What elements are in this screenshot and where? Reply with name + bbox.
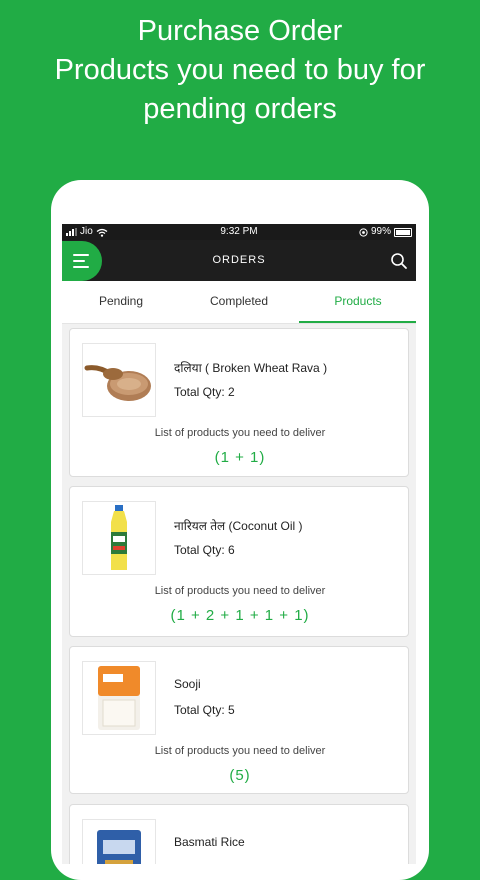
product-total-qty: Total Qty: 2	[174, 385, 235, 399]
search-icon[interactable]	[390, 252, 408, 270]
app-bar: ORDERS	[62, 240, 416, 281]
page-title: ORDERS	[212, 254, 266, 266]
promo-subtitle-line1: Products you need to buy for	[54, 54, 426, 86]
product-card[interactable]: Basmati Rice	[69, 804, 409, 864]
phone-screen: Jio 9:32 PM 99% ORDERS Pending Completed…	[62, 224, 416, 864]
battery-icon	[394, 227, 412, 237]
product-name: दलिया ( Broken Wheat Rava )	[174, 361, 328, 375]
product-name: नारियल तेल (Coconut Oil )	[174, 519, 303, 533]
tab-bar: Pending Completed Products	[62, 281, 416, 324]
product-total-qty: Total Qty: 5	[174, 703, 235, 717]
battery-percent: 99%	[370, 226, 391, 237]
product-card[interactable]: दलिया ( Broken Wheat Rava ) Total Qty: 2…	[69, 328, 409, 477]
screen-lock-icon	[359, 227, 368, 237]
tab-products[interactable]: Products	[299, 281, 416, 323]
promo-subtitle-line2: pending orders	[143, 93, 337, 125]
qty-breakdown: (1 + 1)	[214, 449, 266, 466]
basmati-rice-bag-image	[82, 819, 156, 864]
product-card[interactable]: Sooji Total Qty: 5 List of products you …	[69, 646, 409, 794]
product-total-qty: Total Qty: 6	[174, 543, 235, 557]
deliver-list-label: List of products you need to deliver	[154, 745, 326, 757]
qty-breakdown: (1 + 2 + 1 + 1 + 1)	[170, 607, 310, 624]
sooji-pack-image	[82, 661, 156, 735]
coconut-oil-bottle-image	[82, 501, 156, 575]
product-name: Sooji	[174, 677, 201, 691]
deliver-list-label: List of products you need to deliver	[154, 427, 326, 439]
deliver-list-label: List of products you need to deliver	[154, 585, 326, 597]
tab-completed[interactable]: Completed	[180, 281, 298, 323]
tab-pending[interactable]: Pending	[62, 281, 180, 323]
product-card[interactable]: नारियल तेल (Coconut Oil ) Total Qty: 6 L…	[69, 486, 409, 637]
promo-title: Purchase Order	[137, 15, 343, 47]
qty-breakdown: (5)	[229, 767, 251, 784]
status-bar: Jio 9:32 PM 99%	[62, 224, 416, 240]
promo-headline: Purchase Order Products you need to buy …	[0, 12, 480, 129]
broken-wheat-rava-image	[82, 343, 156, 417]
product-name: Basmati Rice	[174, 835, 245, 849]
